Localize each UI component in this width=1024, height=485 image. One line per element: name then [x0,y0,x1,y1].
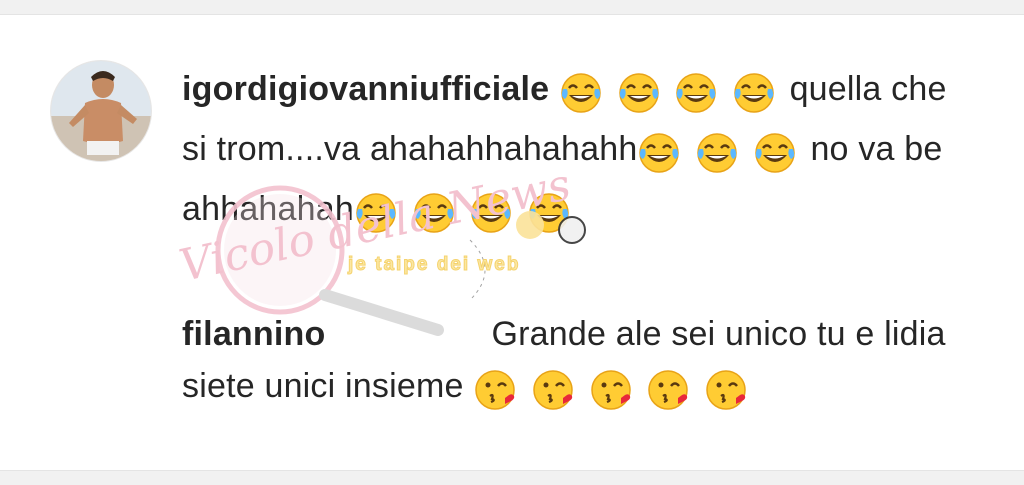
emoji-group-kiss [473,368,752,420]
face-with-tears-of-joy-icon [618,73,659,113]
face-with-tears-of-joy-icon [471,193,512,233]
face-with-tears-of-joy-icon [697,133,737,173]
comment-2: filannino Grande ale sei unico tu e lidia… [182,308,972,420]
face-blowing-kiss-icon [475,370,516,410]
bottom-divider [0,470,1024,485]
face-with-tears-of-joy-icon [561,73,601,113]
profile-photo-icon [51,61,151,161]
emoji-group-end [354,191,575,243]
face-with-tears-of-joy-icon [356,193,396,233]
face-with-tears-of-joy-icon [734,73,774,113]
comment-1: igordigiovanniufficiale quella che si tr… [182,63,972,243]
face-blowing-kiss-icon [590,370,631,410]
top-divider [0,0,1024,15]
face-with-tears-of-joy-icon [676,73,717,113]
comment-username[interactable]: filannino [182,315,325,353]
face-blowing-kiss-icon [648,370,688,410]
avatar[interactable] [50,60,152,162]
emoji-group-lead [559,71,780,123]
emoji-group-mid [637,131,800,183]
watermark-tagline: je taipe dei web [347,254,521,276]
face-with-tears-of-joy-icon [639,133,680,173]
face-with-tears-of-joy-icon [755,133,795,173]
face-with-tears-of-joy-icon [413,193,454,233]
face-blowing-kiss-icon [533,370,573,410]
face-blowing-kiss-icon [706,370,746,410]
comment-username[interactable]: igordigiovanniufficiale [182,70,549,108]
face-with-tears-of-joy-icon [529,193,569,233]
